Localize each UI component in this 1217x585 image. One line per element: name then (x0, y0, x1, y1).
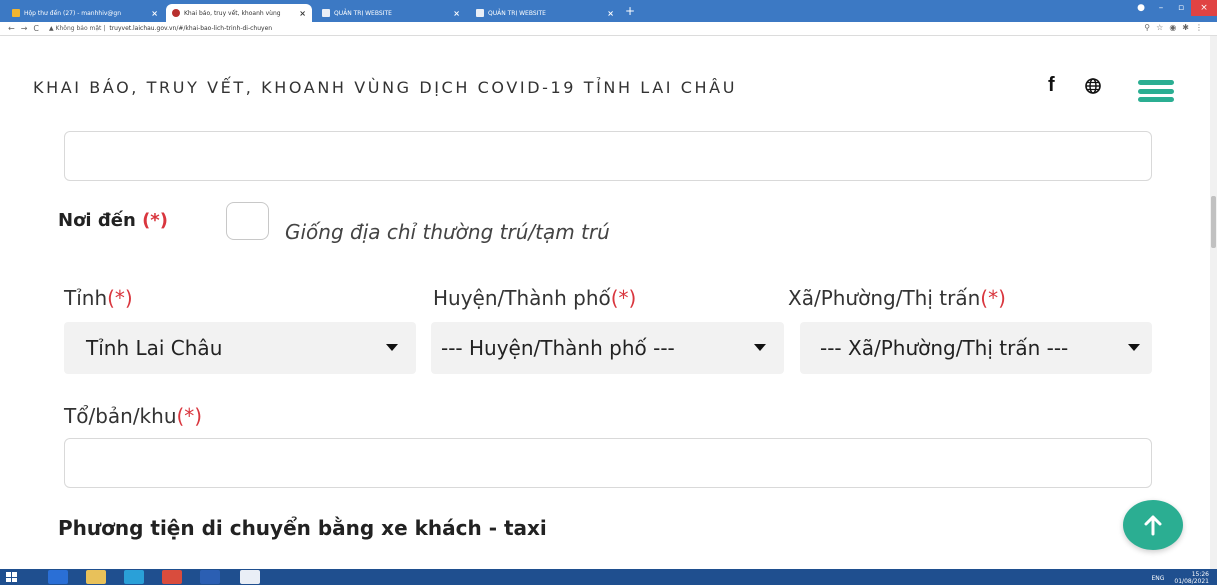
minimize-icon[interactable]: – (1151, 3, 1171, 13)
facebook-icon[interactable]: f (1048, 74, 1055, 97)
nav-arrows-icon[interactable]: ←→C (0, 24, 45, 33)
tab-label: QUẢN TRỊ WEBSITE (488, 9, 546, 17)
same-address-label: Giống địa chỉ thường trú/tạm trú (285, 220, 610, 244)
extension-icons[interactable]: ⚲☆◉✱⋮ (1144, 23, 1209, 32)
ward-select-value: --- Xã/Phường/Thị trấn --- (820, 336, 1069, 360)
security-warning[interactable]: ▲ Không bảo mật | (49, 25, 105, 32)
language-indicator[interactable]: ENG (1151, 575, 1164, 582)
scroll-to-top-button[interactable] (1123, 500, 1183, 550)
page-scrollbar[interactable] (1210, 36, 1217, 569)
window-close-icon[interactable]: × (1191, 0, 1217, 16)
windows-start-icon[interactable] (6, 572, 17, 582)
ward-label-text: Xã/Phường/Thị trấn (788, 286, 981, 310)
clock[interactable]: 15:26 01/08/2021 (1174, 571, 1209, 585)
site-title: KHAI BÁO, TRUY VẾT, KHOANH VÙNG DỊCH COV… (33, 78, 738, 97)
site-favicon-icon (172, 9, 180, 17)
windows-taskbar: ENG 15:26 01/08/2021 (0, 569, 1217, 585)
previous-text-field[interactable] (64, 131, 1152, 181)
mail-favicon-icon (12, 9, 20, 17)
url-field[interactable]: truyvet.laichau.gov.vn/#/khai-bao-lich-t… (109, 25, 272, 32)
transport-heading: Phương tiện di chuyển bằng xe khách - ta… (58, 516, 547, 540)
province-label-text: Tỉnh (64, 286, 108, 310)
close-tab-icon[interactable]: × (151, 9, 158, 18)
required-mark: (*) (176, 404, 203, 428)
hamburger-menu-icon[interactable] (1138, 80, 1174, 102)
same-address-checkbox[interactable] (226, 202, 269, 240)
new-tab-icon[interactable]: + (625, 4, 635, 18)
required-mark: (*) (980, 286, 1006, 310)
arrow-up-icon (1144, 515, 1162, 536)
chrome-taskbar-icon[interactable] (162, 570, 182, 584)
close-tab-icon[interactable]: × (299, 9, 306, 18)
zalo-taskbar-icon[interactable] (240, 570, 260, 584)
address-bar: ←→C ▲ Không bảo mật | truyvet.laichau.go… (0, 22, 1217, 36)
district-label: Huyện/Thành phố(*) (433, 286, 636, 310)
browser-tab-mail[interactable]: Hộp thư đến (27) - manhhiv@gn × (6, 4, 164, 22)
province-label: Tỉnh(*) (64, 286, 133, 310)
clock-time: 15:26 (1191, 571, 1209, 578)
page-favicon-icon (476, 9, 484, 17)
hamlet-label: Tổ/bản/khu(*) (64, 404, 202, 428)
destination-label: Nơi đến (*) (58, 210, 168, 231)
hamlet-input[interactable] (64, 438, 1152, 488)
province-select[interactable]: Tỉnh Lai Châu (64, 322, 416, 374)
browser-tab-admin-1[interactable]: QUẢN TRỊ WEBSITE × (316, 4, 466, 22)
clock-date: 01/08/2021 (1174, 578, 1209, 585)
required-mark: (*) (610, 286, 637, 310)
hamlet-label-text: Tổ/bản/khu (64, 404, 177, 428)
required-mark: (*) (107, 286, 133, 310)
scrollbar-thumb[interactable] (1211, 196, 1216, 248)
tab-label: Hộp thư đến (27) - manhhiv@gn (24, 9, 122, 17)
browser-tab-strip: Hộp thư đến (27) - manhhiv@gn × Khai báo… (0, 0, 1217, 22)
ward-select[interactable]: --- Xã/Phường/Thị trấn --- (800, 322, 1152, 374)
dropdown-caret-icon (1128, 344, 1140, 351)
close-tab-icon[interactable]: × (607, 9, 614, 18)
browser-tab-admin-2[interactable]: QUẢN TRỊ WEBSITE × (470, 4, 620, 22)
page-favicon-icon (322, 9, 330, 17)
destination-label-text: Nơi đến (58, 210, 136, 231)
ward-label: Xã/Phường/Thị trấn(*) (788, 286, 1006, 310)
district-select[interactable]: --- Huyện/Thành phố --- (431, 322, 784, 374)
dropdown-caret-icon (754, 344, 766, 351)
tab-label: QUẢN TRỊ WEBSITE (334, 9, 392, 17)
close-tab-icon[interactable]: × (453, 9, 460, 18)
window-controls: ● – ▫ × (1131, 0, 1217, 16)
system-tray: ENG 15:26 01/08/2021 (1151, 571, 1209, 585)
required-mark: (*) (142, 210, 168, 231)
tab-label: Khai báo, truy vết, khoanh vùng (184, 9, 281, 17)
profile-icon[interactable]: ● (1131, 3, 1151, 13)
browser-tab-active[interactable]: Khai báo, truy vết, khoanh vùng × (166, 4, 312, 22)
form-content: Nơi đến (*) Giống địa chỉ thường trú/tạm… (0, 122, 1210, 569)
globe-icon[interactable] (1085, 78, 1101, 94)
app-taskbar-icon[interactable] (124, 570, 144, 584)
site-header: KHAI BÁO, TRUY VẾT, KHOANH VÙNG DỊCH COV… (0, 36, 1210, 122)
district-select-value: --- Huyện/Thành phố --- (441, 336, 675, 360)
district-label-text: Huyện/Thành phố (433, 286, 611, 310)
dropdown-caret-icon (386, 344, 398, 351)
maximize-icon[interactable]: ▫ (1171, 3, 1191, 13)
explorer-taskbar-icon[interactable] (86, 570, 106, 584)
security-warning-text: Không bảo mật (55, 25, 102, 32)
province-select-value: Tỉnh Lai Châu (86, 336, 223, 360)
word-taskbar-icon[interactable] (200, 570, 220, 584)
ie-taskbar-icon[interactable] (48, 570, 68, 584)
